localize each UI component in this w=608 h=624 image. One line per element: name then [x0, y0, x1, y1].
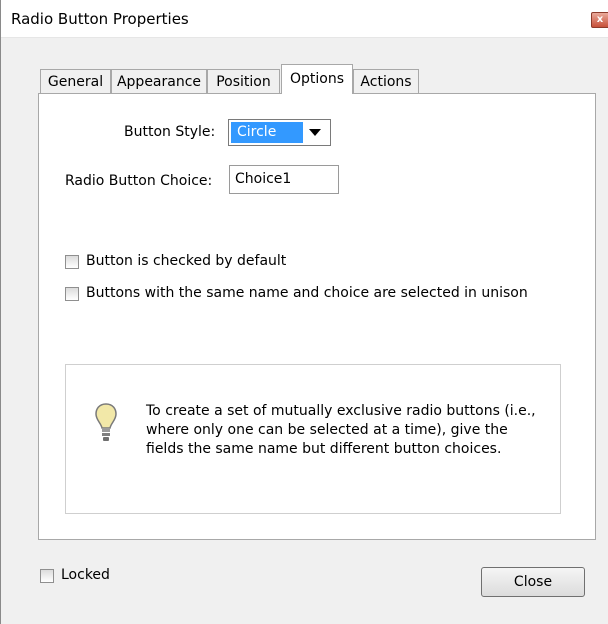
radio-button-choice-label: Radio Button Choice:: [65, 173, 213, 189]
locked-label: Locked: [61, 567, 110, 583]
chevron-down-icon: [309, 129, 321, 136]
close-window-icon[interactable]: x: [591, 12, 608, 28]
locked-checkbox[interactable]: [40, 569, 54, 583]
tab-actions[interactable]: Actions: [353, 69, 419, 95]
tab-options-label: Options: [289, 71, 345, 87]
tab-position[interactable]: Position: [207, 69, 280, 95]
tab-general-label: General: [47, 74, 104, 90]
button-style-value: Circle: [231, 122, 303, 143]
radio-button-choice-input[interactable]: Choice1: [229, 165, 339, 194]
tab-position-label: Position: [216, 74, 271, 90]
checked-by-default-checkbox[interactable]: [65, 255, 79, 269]
close-button[interactable]: Close: [481, 567, 585, 597]
button-style-dropdown[interactable]: Circle: [228, 119, 331, 146]
tip-text: To create a set of mutually exclusive ra…: [146, 403, 536, 457]
select-in-unison-checkbox[interactable]: [65, 287, 79, 301]
tip-box: To create a set of mutually exclusive ra…: [65, 364, 561, 514]
select-in-unison-label: Buttons with the same name and choice ar…: [86, 285, 528, 301]
tab-appearance[interactable]: Appearance: [111, 69, 207, 95]
title-bar: Radio Button Properties x: [1, 0, 608, 38]
window-title: Radio Button Properties: [11, 10, 189, 28]
button-style-label: Button Style:: [124, 124, 216, 140]
tab-options[interactable]: Options: [281, 64, 353, 94]
checked-by-default-label: Button is checked by default: [86, 253, 287, 269]
tab-appearance-label: Appearance: [116, 74, 202, 90]
lightbulb-icon: [95, 403, 117, 441]
radio-button-properties-dialog: Radio Button Properties x General Appear…: [0, 0, 608, 624]
tab-general[interactable]: General: [40, 69, 111, 95]
tab-actions-label: Actions: [360, 74, 412, 90]
